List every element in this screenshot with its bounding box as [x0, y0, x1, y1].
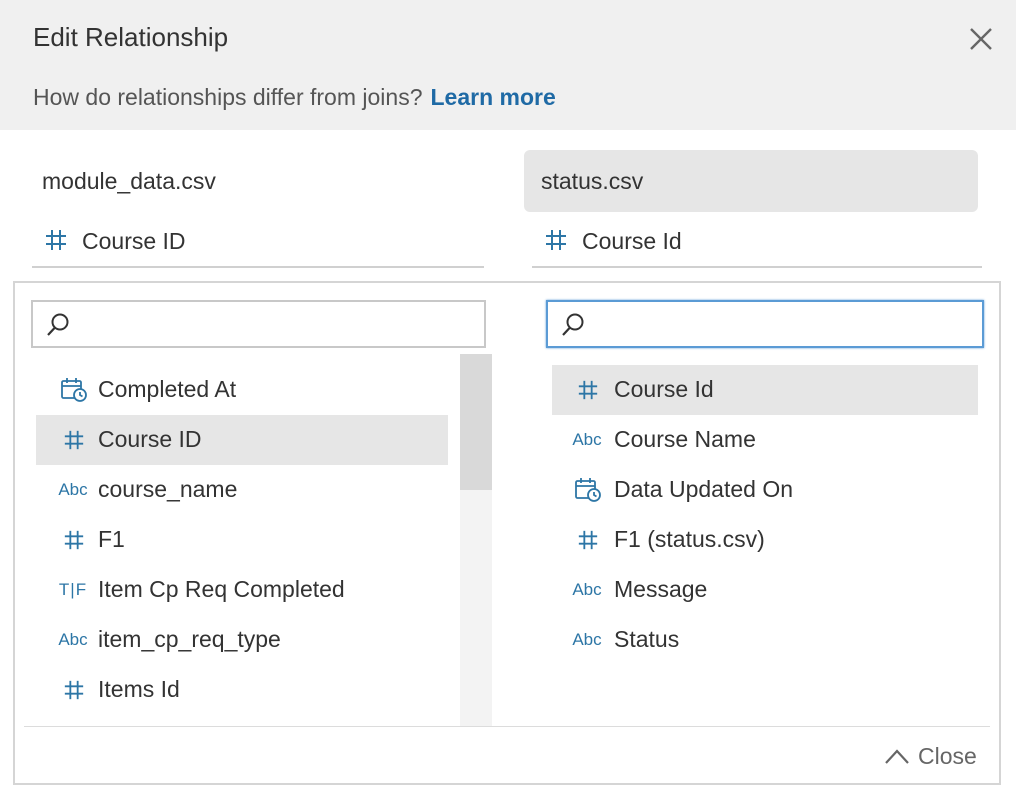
abc-icon: Abc — [58, 630, 88, 649]
close-icon[interactable] — [966, 24, 996, 54]
left-field-item[interactable]: Completed At — [36, 365, 448, 415]
right-field-item[interactable]: Abc Message — [552, 565, 978, 615]
right-field-item[interactable]: Data Updated On — [552, 465, 978, 515]
number-icon — [546, 230, 566, 250]
left-field-label: item_cp_req_type — [98, 626, 281, 652]
left-field-item[interactable]: Course ID — [36, 415, 448, 465]
left-field-label: Completed At — [98, 376, 237, 402]
left-field-label: F1 — [98, 526, 125, 552]
left-field-label: Items Id — [98, 676, 180, 702]
subtitle-question: How do relationships differ from joins? — [33, 84, 423, 110]
left-field-selector-label: Course ID — [82, 228, 186, 254]
footer-divider — [24, 726, 990, 727]
number-icon — [60, 528, 88, 552]
left-field-label: course_name — [98, 476, 238, 502]
left-field-selector[interactable]: Course ID — [32, 216, 484, 268]
search-icon — [562, 313, 584, 336]
number-icon — [574, 528, 602, 552]
abc-icon: Abc — [572, 630, 602, 649]
left-field-label: Course ID — [98, 426, 202, 452]
number-icon — [60, 428, 88, 452]
abc-icon: Abc — [572, 580, 602, 599]
right-field-item[interactable]: F1 (status.csv) — [552, 515, 978, 565]
right-field-item[interactable]: Course Id — [552, 365, 978, 415]
left-search-input[interactable] — [31, 300, 486, 348]
right-field-label: Status — [614, 626, 680, 652]
right-table-name: status.csv — [541, 168, 644, 194]
search-icon — [47, 313, 69, 336]
abc-icon: Abc — [572, 430, 602, 449]
number-icon — [574, 378, 602, 402]
left-field-label: Item Cp Req Completed — [98, 576, 345, 602]
chevron-up-icon — [885, 749, 909, 764]
right-field-selector-label: Course Id — [582, 228, 682, 254]
dialog-title: Edit Relationship — [33, 22, 229, 52]
right-field-label: Data Updated On — [614, 476, 794, 502]
left-list-scroll-thumb[interactable] — [460, 354, 492, 490]
left-field-item[interactable]: Abc item_cp_req_type — [36, 615, 448, 665]
calendar-clock-icon — [60, 378, 88, 402]
left-field-item[interactable]: Abc course_name — [36, 465, 448, 515]
calendar-clock-icon — [574, 478, 602, 502]
learn-more-link[interactable]: Learn more — [430, 84, 555, 110]
boolean-icon: T|F — [58, 580, 88, 599]
left-field-item[interactable]: T|F Item Cp Req Completed — [36, 565, 448, 615]
right-field-selector[interactable]: Course Id — [532, 216, 982, 268]
right-field-item[interactable]: Abc Course Name — [552, 415, 978, 465]
right-field-item[interactable]: Abc Status — [552, 615, 978, 665]
right-field-label: Course Name — [614, 426, 756, 452]
abc-icon: Abc — [58, 480, 88, 499]
right-field-label: Course Id — [614, 376, 714, 402]
left-field-item[interactable]: Items Id — [36, 665, 448, 715]
close-button-label: Close — [918, 742, 977, 769]
close-button[interactable]: Close — [884, 740, 977, 772]
dialog-header: Edit Relationship How do relationships d… — [0, 0, 1016, 130]
subtitle-text: How do relationships differ from joins? L… — [33, 84, 556, 111]
number-icon — [60, 678, 88, 702]
right-field-label: Message — [614, 576, 708, 602]
left-field-item[interactable]: F1 — [36, 515, 448, 565]
right-search-input[interactable] — [546, 300, 984, 348]
number-icon — [46, 230, 66, 250]
right-field-label: F1 (status.csv) — [614, 526, 765, 552]
left-table-name: module_data.csv — [42, 168, 216, 194]
